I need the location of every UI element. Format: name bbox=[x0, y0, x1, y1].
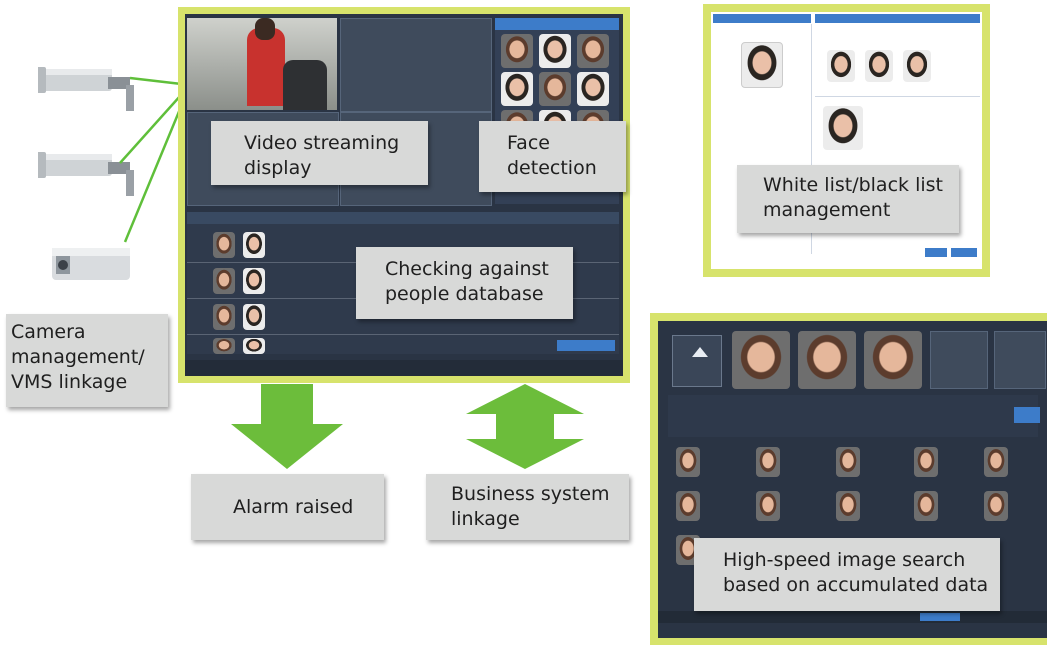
list-management-screenshot-frame bbox=[703, 4, 990, 277]
label-checking: Checking against people database bbox=[356, 247, 573, 319]
monitoring-screenshot-frame bbox=[178, 7, 630, 383]
label-image-search: High-speed image search based on accumul… bbox=[694, 538, 1000, 611]
label-face-detection: Face detection bbox=[479, 121, 626, 192]
label-alarm-raised-text: Alarm raised bbox=[233, 496, 354, 518]
monitoring-screenshot bbox=[185, 14, 623, 376]
label-camera-management: Camera management/ VMS linkage bbox=[6, 314, 168, 407]
label-business-linkage: Business system linkage bbox=[426, 474, 629, 540]
label-alarm-raised: Alarm raised bbox=[191, 474, 384, 540]
label-face-detection-text: Face detection bbox=[507, 132, 597, 179]
label-video-streaming-text: Video streaming display bbox=[244, 132, 400, 179]
label-business-linkage-text: Business system linkage bbox=[451, 483, 610, 530]
label-image-search-text: High-speed image search based on accumul… bbox=[723, 549, 989, 596]
video-main-tile bbox=[187, 18, 337, 110]
status-bar bbox=[185, 360, 623, 376]
label-video-streaming: Video streaming display bbox=[211, 121, 428, 185]
arrow-updown-icon bbox=[466, 384, 584, 469]
label-white-black-list-text: White list/black list management bbox=[763, 174, 943, 221]
label-white-black-list: White list/black list management bbox=[737, 165, 959, 233]
label-camera-management-text: Camera management/ VMS linkage bbox=[11, 321, 145, 393]
label-checking-text: Checking against people database bbox=[385, 258, 549, 305]
video-tile bbox=[340, 18, 492, 112]
arrow-down-icon bbox=[231, 384, 343, 469]
